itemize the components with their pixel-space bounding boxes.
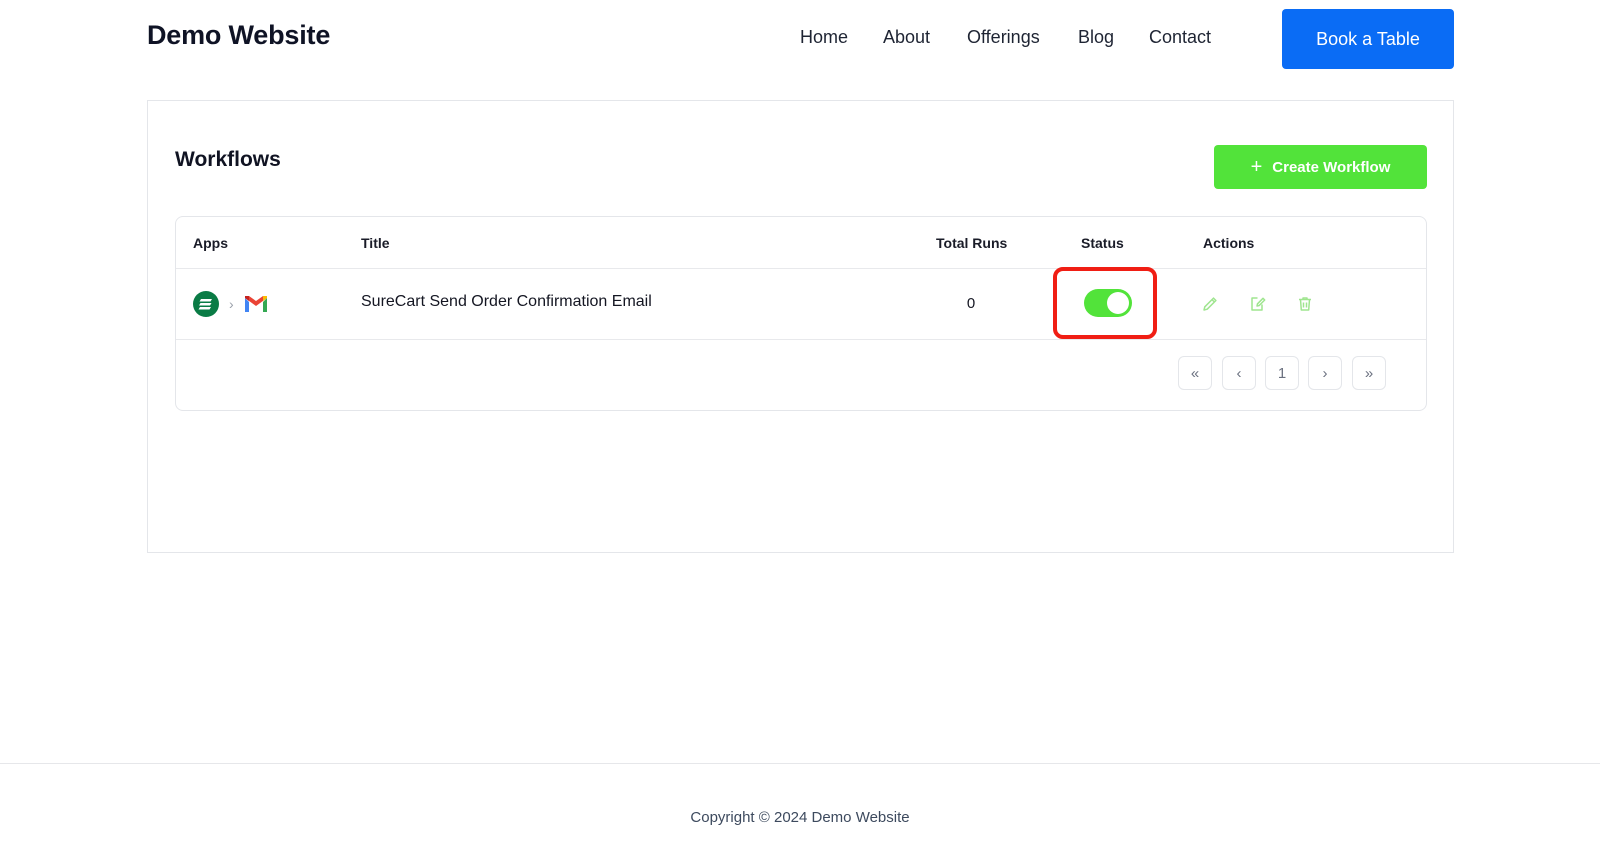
- create-workflow-button[interactable]: + Create Workflow: [1214, 145, 1427, 189]
- site-header: Demo Website Home About Offerings Blog C…: [0, 0, 1600, 80]
- column-apps: Apps: [193, 235, 228, 251]
- status-toggle[interactable]: [1084, 289, 1132, 317]
- workflows-heading: Workflows: [175, 148, 281, 171]
- total-runs-value: 0: [966, 295, 976, 312]
- next-page-button[interactable]: ›: [1308, 356, 1342, 390]
- column-total-runs: Total Runs: [936, 235, 1008, 251]
- previous-page-button[interactable]: ‹: [1222, 356, 1256, 390]
- double-chevron-left-icon: «: [1190, 364, 1200, 382]
- site-footer: Copyright © 2024 Demo Website: [0, 763, 1600, 866]
- workflows-card: Workflows + Create Workflow Apps Title T…: [147, 100, 1454, 553]
- workflow-apps: ›: [193, 291, 268, 317]
- first-page-button[interactable]: «: [1178, 356, 1212, 390]
- toggle-knob: [1107, 292, 1129, 314]
- create-workflow-label: Create Workflow: [1272, 158, 1391, 176]
- copyright-text: Copyright © 2024 Demo Website: [690, 809, 910, 826]
- gmail-icon: [244, 296, 267, 312]
- table-header: Apps Title Total Runs Status Actions: [176, 217, 1426, 269]
- current-page-button[interactable]: 1: [1265, 356, 1299, 390]
- chevron-right-icon: ›: [1322, 364, 1328, 382]
- chevron-right-icon: ›: [229, 296, 234, 312]
- plus-icon: +: [1250, 156, 1263, 178]
- nav-about[interactable]: About: [883, 27, 930, 48]
- nav-offerings[interactable]: Offerings: [967, 27, 1040, 48]
- workflows-table: Apps Title Total Runs Status Actions › S…: [175, 216, 1427, 411]
- pencil-icon[interactable]: [1199, 293, 1221, 315]
- double-chevron-right-icon: »: [1364, 364, 1374, 382]
- nav-contact[interactable]: Contact: [1149, 27, 1211, 48]
- last-page-button[interactable]: »: [1352, 356, 1386, 390]
- nav-blog[interactable]: Blog: [1078, 27, 1114, 48]
- column-actions: Actions: [1203, 235, 1255, 251]
- chevron-left-icon: ‹: [1236, 364, 1242, 382]
- trash-icon[interactable]: [1294, 293, 1316, 315]
- nav-home[interactable]: Home: [800, 27, 848, 48]
- column-status: Status: [1081, 235, 1124, 251]
- surecart-icon: [193, 291, 219, 317]
- workflow-title[interactable]: SureCart Send Order Confirmation Email: [361, 293, 652, 311]
- column-title: Title: [361, 235, 390, 251]
- edit-note-icon[interactable]: [1247, 293, 1269, 315]
- table-row[interactable]: › SureCart Send Order Confirmation Email…: [176, 267, 1426, 340]
- book-a-table-button[interactable]: Book a Table: [1282, 9, 1454, 69]
